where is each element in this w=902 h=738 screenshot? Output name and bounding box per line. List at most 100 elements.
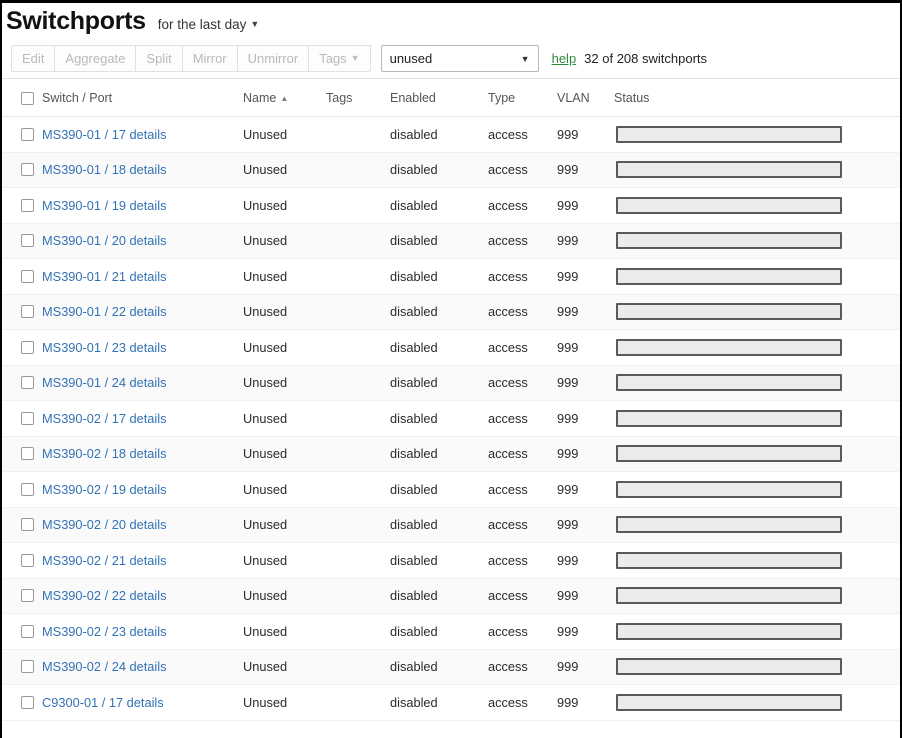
name-cell: Unused bbox=[243, 578, 326, 614]
table-row[interactable]: MS390-02 / 17 detailsUnuseddisabledacces… bbox=[2, 401, 900, 437]
name-cell: Unused bbox=[243, 330, 326, 366]
row-checkbox[interactable] bbox=[21, 696, 34, 709]
select-all-header bbox=[2, 79, 42, 117]
row-checkbox[interactable] bbox=[21, 270, 34, 283]
row-checkbox[interactable] bbox=[21, 518, 34, 531]
table-row[interactable]: MS390-01 / 24 detailsUnuseddisabledacces… bbox=[2, 365, 900, 401]
enabled-cell: disabled bbox=[390, 436, 488, 472]
enabled-cell: disabled bbox=[390, 472, 488, 508]
switch-port-link[interactable]: MS390-02 / 18 details bbox=[42, 446, 167, 461]
status-cell bbox=[614, 685, 900, 721]
filter-select[interactable]: unused ▼ bbox=[381, 45, 539, 72]
column-header-tags[interactable]: Tags bbox=[326, 79, 390, 117]
row-select-cell bbox=[2, 685, 42, 721]
table-row[interactable]: MS390-01 / 22 detailsUnuseddisabledacces… bbox=[2, 294, 900, 330]
table-row[interactable]: MS390-01 / 23 detailsUnuseddisabledacces… bbox=[2, 330, 900, 366]
row-checkbox[interactable] bbox=[21, 660, 34, 673]
switch-port-link[interactable]: C9300-01 / 17 details bbox=[42, 695, 164, 710]
chevron-down-icon: ▼ bbox=[521, 54, 530, 64]
column-header-switch-port[interactable]: Switch / Port bbox=[42, 79, 243, 117]
switch-port-link[interactable]: MS390-02 / 17 details bbox=[42, 411, 167, 426]
vlan-cell: 999 bbox=[557, 614, 614, 650]
table-row[interactable]: MS390-01 / 19 detailsUnuseddisabledacces… bbox=[2, 188, 900, 224]
column-label-enabled: Enabled bbox=[390, 91, 436, 105]
table-row[interactable]: MS390-02 / 20 detailsUnuseddisabledacces… bbox=[2, 507, 900, 543]
aggregate-button[interactable]: Aggregate bbox=[54, 45, 135, 72]
row-checkbox[interactable] bbox=[21, 199, 34, 212]
vlan-cell: 999 bbox=[557, 259, 614, 295]
select-all-checkbox[interactable] bbox=[21, 92, 34, 105]
unmirror-button[interactable]: Unmirror bbox=[237, 45, 309, 72]
status-cell bbox=[614, 188, 900, 224]
row-checkbox[interactable] bbox=[21, 128, 34, 141]
switch-port-link[interactable]: MS390-02 / 24 details bbox=[42, 659, 167, 674]
port-status-bar bbox=[616, 658, 842, 675]
switch-port-link[interactable]: MS390-02 / 23 details bbox=[42, 624, 167, 639]
row-checkbox[interactable] bbox=[21, 589, 34, 602]
row-checkbox[interactable] bbox=[21, 305, 34, 318]
switch-port-link[interactable]: MS390-02 / 22 details bbox=[42, 588, 167, 603]
table-row[interactable]: MS390-02 / 21 detailsUnuseddisabledacces… bbox=[2, 543, 900, 579]
column-header-type[interactable]: Type bbox=[488, 79, 557, 117]
switch-port-link[interactable]: MS390-01 / 20 details bbox=[42, 233, 167, 248]
column-header-name[interactable]: Name▲ bbox=[243, 79, 326, 117]
switch-port-link[interactable]: MS390-01 / 22 details bbox=[42, 304, 167, 319]
split-button[interactable]: Split bbox=[135, 45, 181, 72]
column-header-enabled[interactable]: Enabled bbox=[390, 79, 488, 117]
row-checkbox[interactable] bbox=[21, 447, 34, 460]
mirror-button[interactable]: Mirror bbox=[182, 45, 237, 72]
row-checkbox[interactable] bbox=[21, 163, 34, 176]
table-row[interactable]: MS390-01 / 21 detailsUnuseddisabledacces… bbox=[2, 259, 900, 295]
vlan-cell: 999 bbox=[557, 543, 614, 579]
status-cell bbox=[614, 365, 900, 401]
edit-button[interactable]: Edit bbox=[11, 45, 54, 72]
column-header-vlan[interactable]: VLAN bbox=[557, 79, 614, 117]
tags-cell bbox=[326, 472, 390, 508]
table-row[interactable]: C9300-01 / 17 detailsUnuseddisabledacces… bbox=[2, 685, 900, 721]
table-row[interactable]: MS390-02 / 23 detailsUnuseddisabledacces… bbox=[2, 614, 900, 650]
row-checkbox[interactable] bbox=[21, 234, 34, 247]
type-cell: access bbox=[488, 543, 557, 579]
table-row[interactable]: MS390-02 / 19 detailsUnuseddisabledacces… bbox=[2, 472, 900, 508]
row-checkbox[interactable] bbox=[21, 341, 34, 354]
switch-port-link[interactable]: MS390-02 / 20 details bbox=[42, 517, 167, 532]
enabled-cell: disabled bbox=[390, 507, 488, 543]
type-cell: access bbox=[488, 685, 557, 721]
name-cell: Unused bbox=[243, 188, 326, 224]
type-cell: access bbox=[488, 649, 557, 685]
name-cell: Unused bbox=[243, 614, 326, 650]
table-row[interactable]: MS390-01 / 17 detailsUnuseddisabledacces… bbox=[2, 117, 900, 153]
tags-cell bbox=[326, 614, 390, 650]
table-row[interactable]: MS390-01 / 18 detailsUnuseddisabledacces… bbox=[2, 152, 900, 188]
switch-port-link[interactable]: MS390-01 / 23 details bbox=[42, 340, 167, 355]
row-checkbox[interactable] bbox=[21, 376, 34, 389]
time-range-selector[interactable]: for the last day▼ bbox=[158, 17, 259, 32]
row-checkbox[interactable] bbox=[21, 625, 34, 638]
port-status-bar bbox=[616, 339, 842, 356]
switch-port-link[interactable]: MS390-01 / 24 details bbox=[42, 375, 167, 390]
row-checkbox[interactable] bbox=[21, 412, 34, 425]
switch-port-link[interactable]: MS390-01 / 18 details bbox=[42, 162, 167, 177]
switch-port-link[interactable]: MS390-01 / 19 details bbox=[42, 198, 167, 213]
switch-port-link[interactable]: MS390-02 / 19 details bbox=[42, 482, 167, 497]
tags-button[interactable]: Tags▼ bbox=[308, 45, 370, 72]
row-checkbox[interactable] bbox=[21, 483, 34, 496]
table-row[interactable]: MS390-02 / 24 detailsUnuseddisabledacces… bbox=[2, 649, 900, 685]
name-cell: Unused bbox=[243, 543, 326, 579]
table-row[interactable]: MS390-01 / 20 detailsUnuseddisabledacces… bbox=[2, 223, 900, 259]
table-body: MS390-01 / 17 detailsUnuseddisabledacces… bbox=[2, 117, 900, 721]
column-label-vlan: VLAN bbox=[557, 91, 590, 105]
switch-port-link[interactable]: MS390-01 / 17 details bbox=[42, 127, 167, 142]
table-row[interactable]: MS390-02 / 18 detailsUnuseddisabledacces… bbox=[2, 436, 900, 472]
row-select-cell bbox=[2, 472, 42, 508]
port-status-bar bbox=[616, 516, 842, 533]
switch-port-link[interactable]: MS390-02 / 21 details bbox=[42, 553, 167, 568]
column-label-type: Type bbox=[488, 91, 515, 105]
help-link[interactable]: help bbox=[552, 51, 577, 66]
status-cell bbox=[614, 117, 900, 153]
enabled-cell: disabled bbox=[390, 223, 488, 259]
table-row[interactable]: MS390-02 / 22 detailsUnuseddisabledacces… bbox=[2, 578, 900, 614]
switch-port-link[interactable]: MS390-01 / 21 details bbox=[42, 269, 167, 284]
row-checkbox[interactable] bbox=[21, 554, 34, 567]
enabled-cell: disabled bbox=[390, 294, 488, 330]
